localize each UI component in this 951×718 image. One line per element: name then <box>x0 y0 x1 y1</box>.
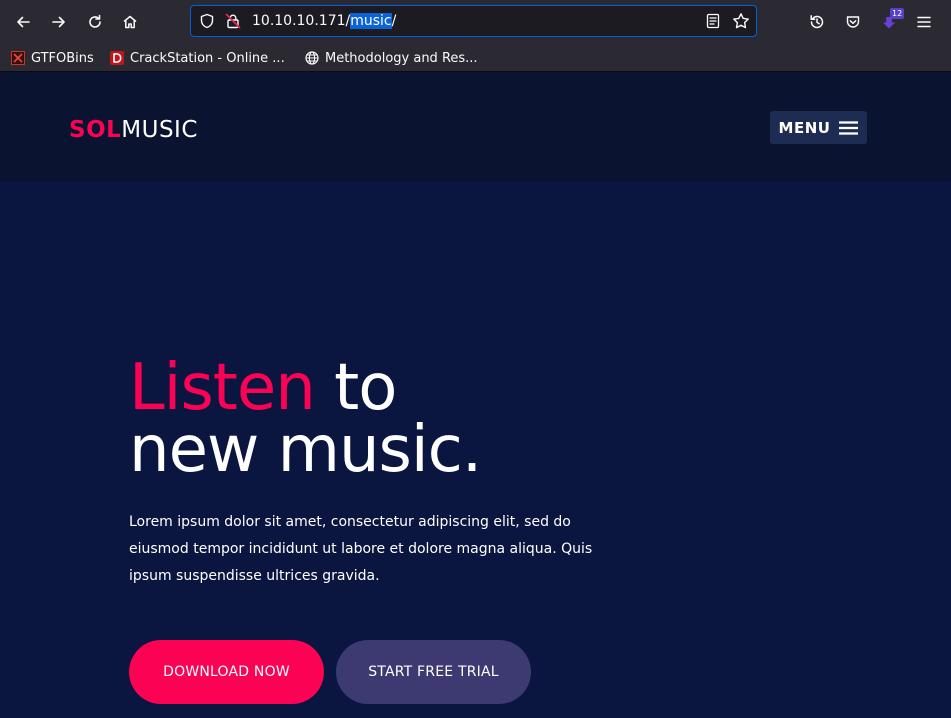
home-icon <box>123 15 137 29</box>
history-button[interactable] <box>803 8 831 36</box>
logo-rest: MUSIC <box>121 117 198 143</box>
crackstation-favicon <box>110 51 124 65</box>
arrow-right-icon <box>52 16 65 28</box>
shield-icon[interactable] <box>199 13 215 29</box>
site-logo[interactable]: SOLMUSIC <box>69 117 198 143</box>
hamburger-menu-icon <box>917 16 931 28</box>
reload-button[interactable] <box>81 8 109 36</box>
arrow-left-icon <box>17 16 30 28</box>
browser-toolbar: 10.10.10.171/music/ 12 <box>0 0 951 43</box>
bookmark-methodology[interactable]: Methodology and Res... <box>305 47 478 69</box>
bookmarks-toolbar: GTFOBins CrackStation - Online ... Metho… <box>0 43 951 72</box>
menu-label: MENU <box>778 118 831 137</box>
menu-button[interactable]: MENU <box>770 111 867 144</box>
pocket-button[interactable] <box>839 8 867 36</box>
pocket-icon <box>846 16 860 28</box>
bookmark-gtfobins[interactable]: GTFOBins <box>11 47 94 69</box>
gtfobins-favicon <box>11 51 25 65</box>
url-suffix: / <box>391 13 397 29</box>
hamburger-icon <box>839 120 859 135</box>
back-button[interactable] <box>9 8 37 36</box>
url-prefix: 10.10.10.171/ <box>252 13 351 29</box>
bookmark-star-icon[interactable] <box>732 12 750 30</box>
reader-view-icon[interactable] <box>705 13 721 29</box>
bookmark-label: Methodology and Res... <box>325 50 478 66</box>
hero-title: Listen to new music. <box>129 356 729 482</box>
extension-button[interactable]: 12 <box>875 8 905 36</box>
logo-accent: SOL <box>69 117 122 143</box>
reload-icon <box>89 14 101 28</box>
site-header: SOLMUSIC MENU <box>0 73 951 181</box>
bookmark-label: GTFOBins <box>31 50 94 66</box>
download-now-button[interactable]: DOWNLOAD NOW <box>129 640 324 704</box>
globe-icon <box>305 51 319 65</box>
start-free-trial-button[interactable]: START FREE TRIAL <box>336 640 531 704</box>
app-menu-button[interactable] <box>910 8 938 36</box>
insecure-lock-icon[interactable] <box>225 13 241 29</box>
url-text[interactable]: 10.10.10.171/music/ <box>252 12 396 30</box>
hero-text: Lorem ipsum dolor sit amet, consectetur … <box>129 514 593 584</box>
url-bar[interactable]: 10.10.10.171/music/ <box>190 5 757 37</box>
bookmark-crackstation[interactable]: CrackStation - Online ... <box>110 47 285 69</box>
hero-title-line-2: new music. <box>129 413 482 487</box>
extension-badge: 12 <box>890 8 905 19</box>
forward-button[interactable] <box>45 8 73 36</box>
history-icon <box>810 15 824 29</box>
home-button[interactable] <box>116 8 144 36</box>
url-selection: music <box>350 13 392 29</box>
hero-section: Listen to new music. Lorem ipsum dolor s… <box>0 181 951 718</box>
bookmark-label: CrackStation - Online ... <box>130 50 285 66</box>
